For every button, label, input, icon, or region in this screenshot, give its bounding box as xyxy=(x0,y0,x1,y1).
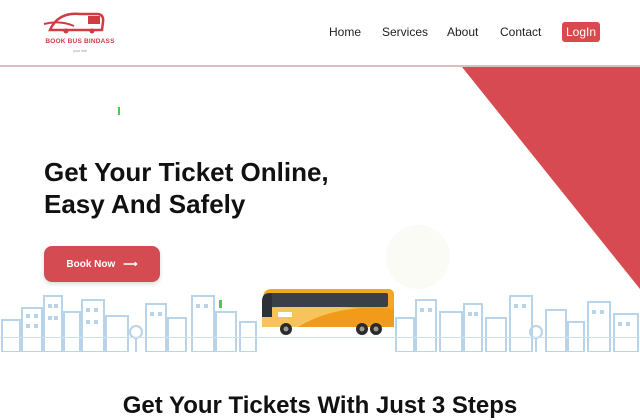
decorative-circle xyxy=(386,225,450,289)
nav-services[interactable]: Services xyxy=(382,25,428,39)
section-title: Get Your Tickets With Just 3 Steps xyxy=(122,392,518,419)
headline-line-2: Easy And Safely xyxy=(44,189,246,219)
green-marker xyxy=(118,107,120,115)
site-header: BOOK BUS BINDASS your ride Home Services… xyxy=(0,0,640,67)
login-button[interactable]: LogIn xyxy=(562,22,601,42)
hero-section: Get Your Ticket Online, Easy And Safely … xyxy=(0,67,640,352)
nav-about[interactable]: About xyxy=(447,25,478,39)
logo-tagline: your ride xyxy=(73,49,87,53)
logo-name: BOOK BUS BINDASS xyxy=(45,38,115,45)
hero-headline: Get Your Ticket Online, Easy And Safely xyxy=(44,156,384,220)
arrow-right-icon: ⟶ xyxy=(123,258,138,270)
bus-logo-icon xyxy=(43,12,105,34)
bus-illustration xyxy=(262,289,394,335)
ground-line xyxy=(0,337,640,338)
book-now-button[interactable]: Book Now ⟶ xyxy=(44,246,160,282)
nav-contact[interactable]: Contact xyxy=(500,25,541,39)
site-logo[interactable]: BOOK BUS BINDASS your ride xyxy=(40,6,120,58)
book-now-label: Book Now xyxy=(66,258,116,270)
nav-home[interactable]: Home xyxy=(329,25,361,39)
headline-line-1: Get Your Ticket Online, xyxy=(44,157,329,187)
